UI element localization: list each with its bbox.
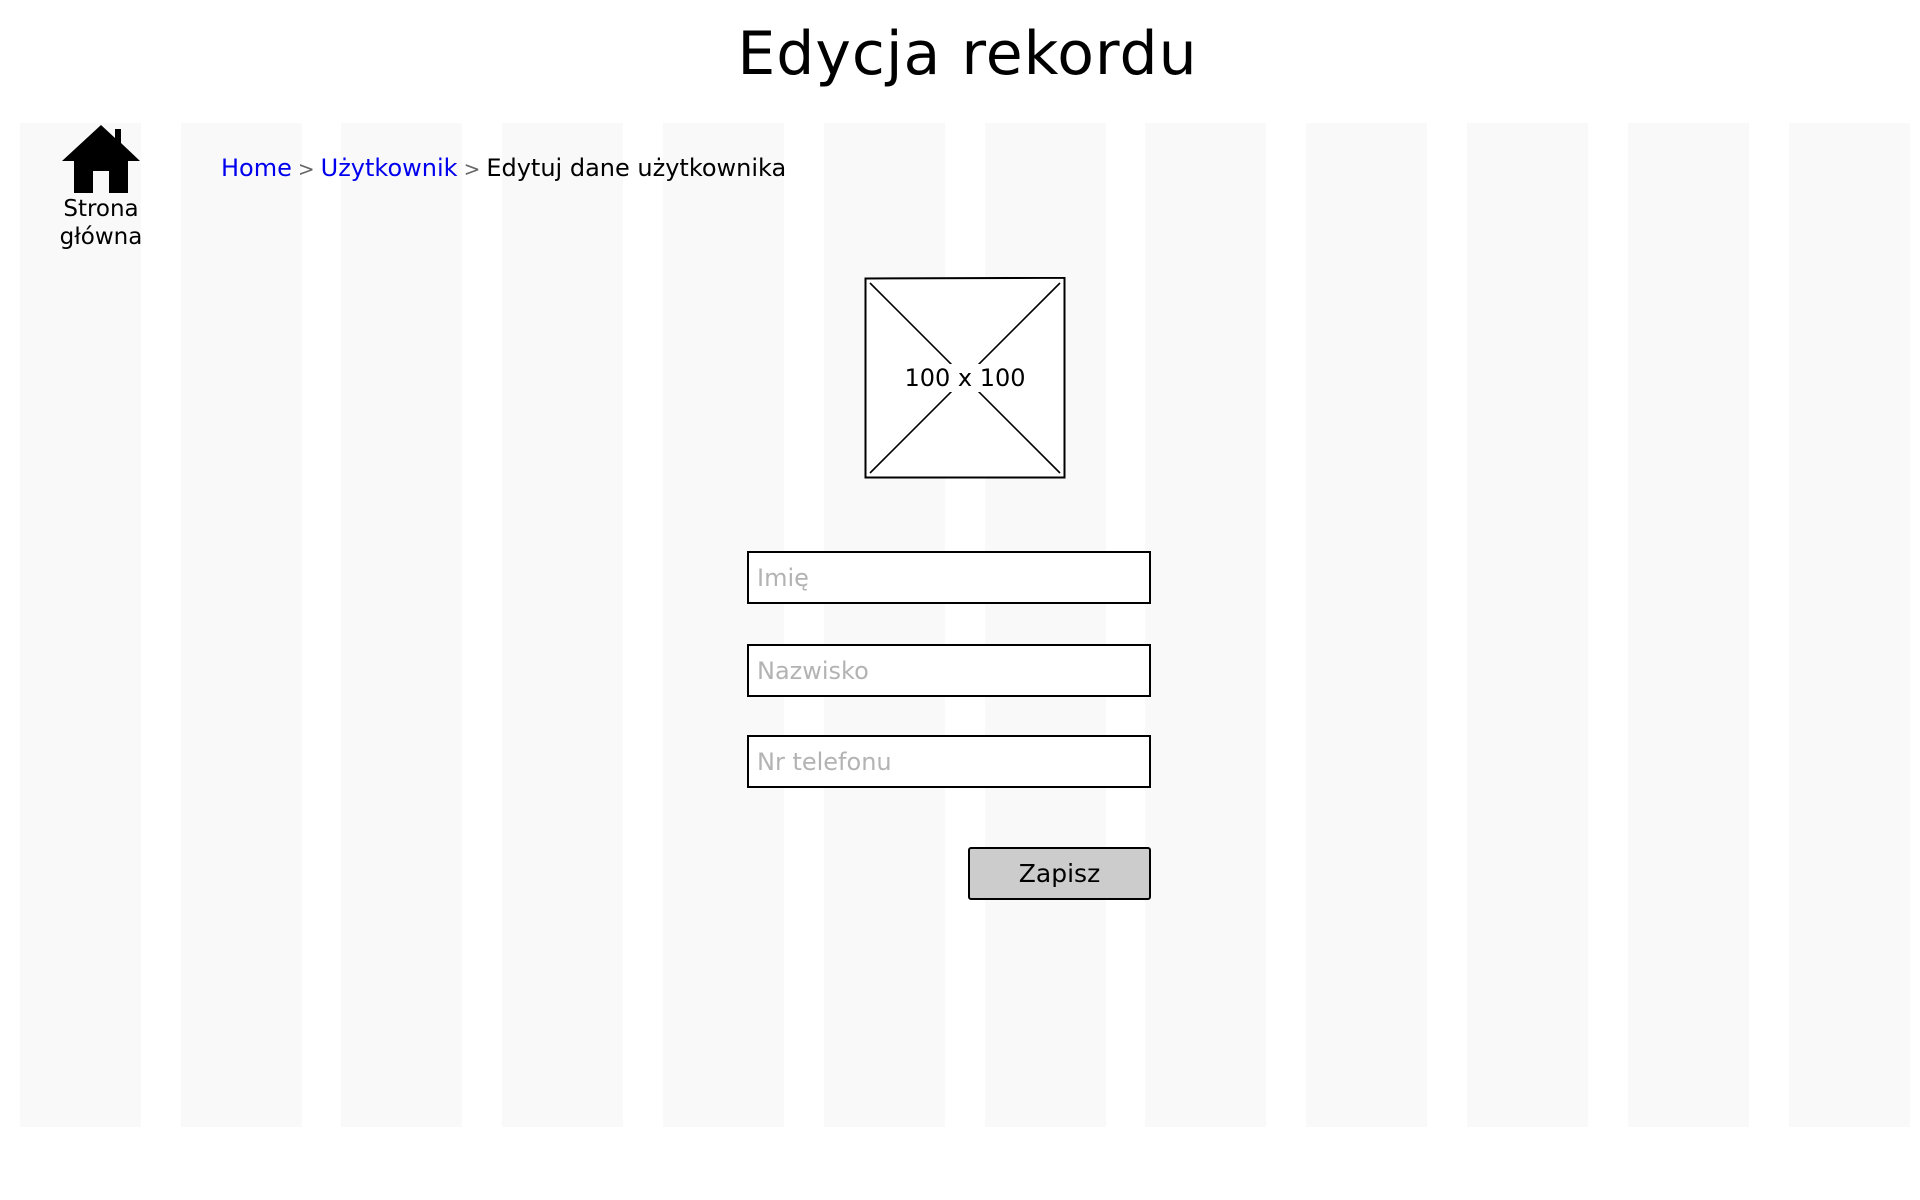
layout-grid-column <box>824 123 945 1127</box>
layout-grid-column <box>1467 123 1588 1127</box>
save-button[interactable]: Zapisz <box>968 847 1151 900</box>
last-name-input[interactable] <box>749 646 1149 695</box>
breadcrumb-user-link[interactable]: Użytkownik <box>321 154 458 182</box>
layout-grid-column <box>1306 123 1427 1127</box>
layout-grid-column <box>663 123 784 1127</box>
layout-grid-column <box>181 123 302 1127</box>
layout-grid-column <box>1145 123 1266 1127</box>
image-placeholder-label-wrap: 100 x 100 <box>864 277 1066 479</box>
layout-grid-column <box>1789 123 1910 1127</box>
breadcrumb-current: Edytuj dane użytkownika <box>486 154 787 182</box>
layout-grid-column <box>1628 123 1749 1127</box>
layout-grid-column <box>20 123 141 1127</box>
page-title: Edycja rekordu <box>737 19 1198 89</box>
image-placeholder-label: 100 x 100 <box>902 364 1028 392</box>
breadcrumb-separator: > <box>297 157 315 181</box>
first-name-field[interactable] <box>747 551 1151 604</box>
last-name-field[interactable] <box>747 644 1151 697</box>
layout-grid-column <box>985 123 1106 1127</box>
layout-grid-column <box>502 123 623 1127</box>
home-button[interactable]: Strona główna <box>20 123 182 251</box>
breadcrumb-separator: > <box>463 157 481 181</box>
breadcrumb-home-link[interactable]: Home <box>221 154 292 182</box>
phone-input[interactable] <box>749 737 1149 786</box>
phone-field[interactable] <box>747 735 1151 788</box>
layout-grid-column <box>341 123 462 1127</box>
image-placeholder: 100 x 100 <box>864 277 1066 479</box>
home-icon <box>20 123 182 193</box>
first-name-input[interactable] <box>749 553 1149 602</box>
breadcrumb: Home > Użytkownik > Edytuj dane użytkownika <box>221 153 786 184</box>
home-label: Strona główna <box>59 196 143 250</box>
